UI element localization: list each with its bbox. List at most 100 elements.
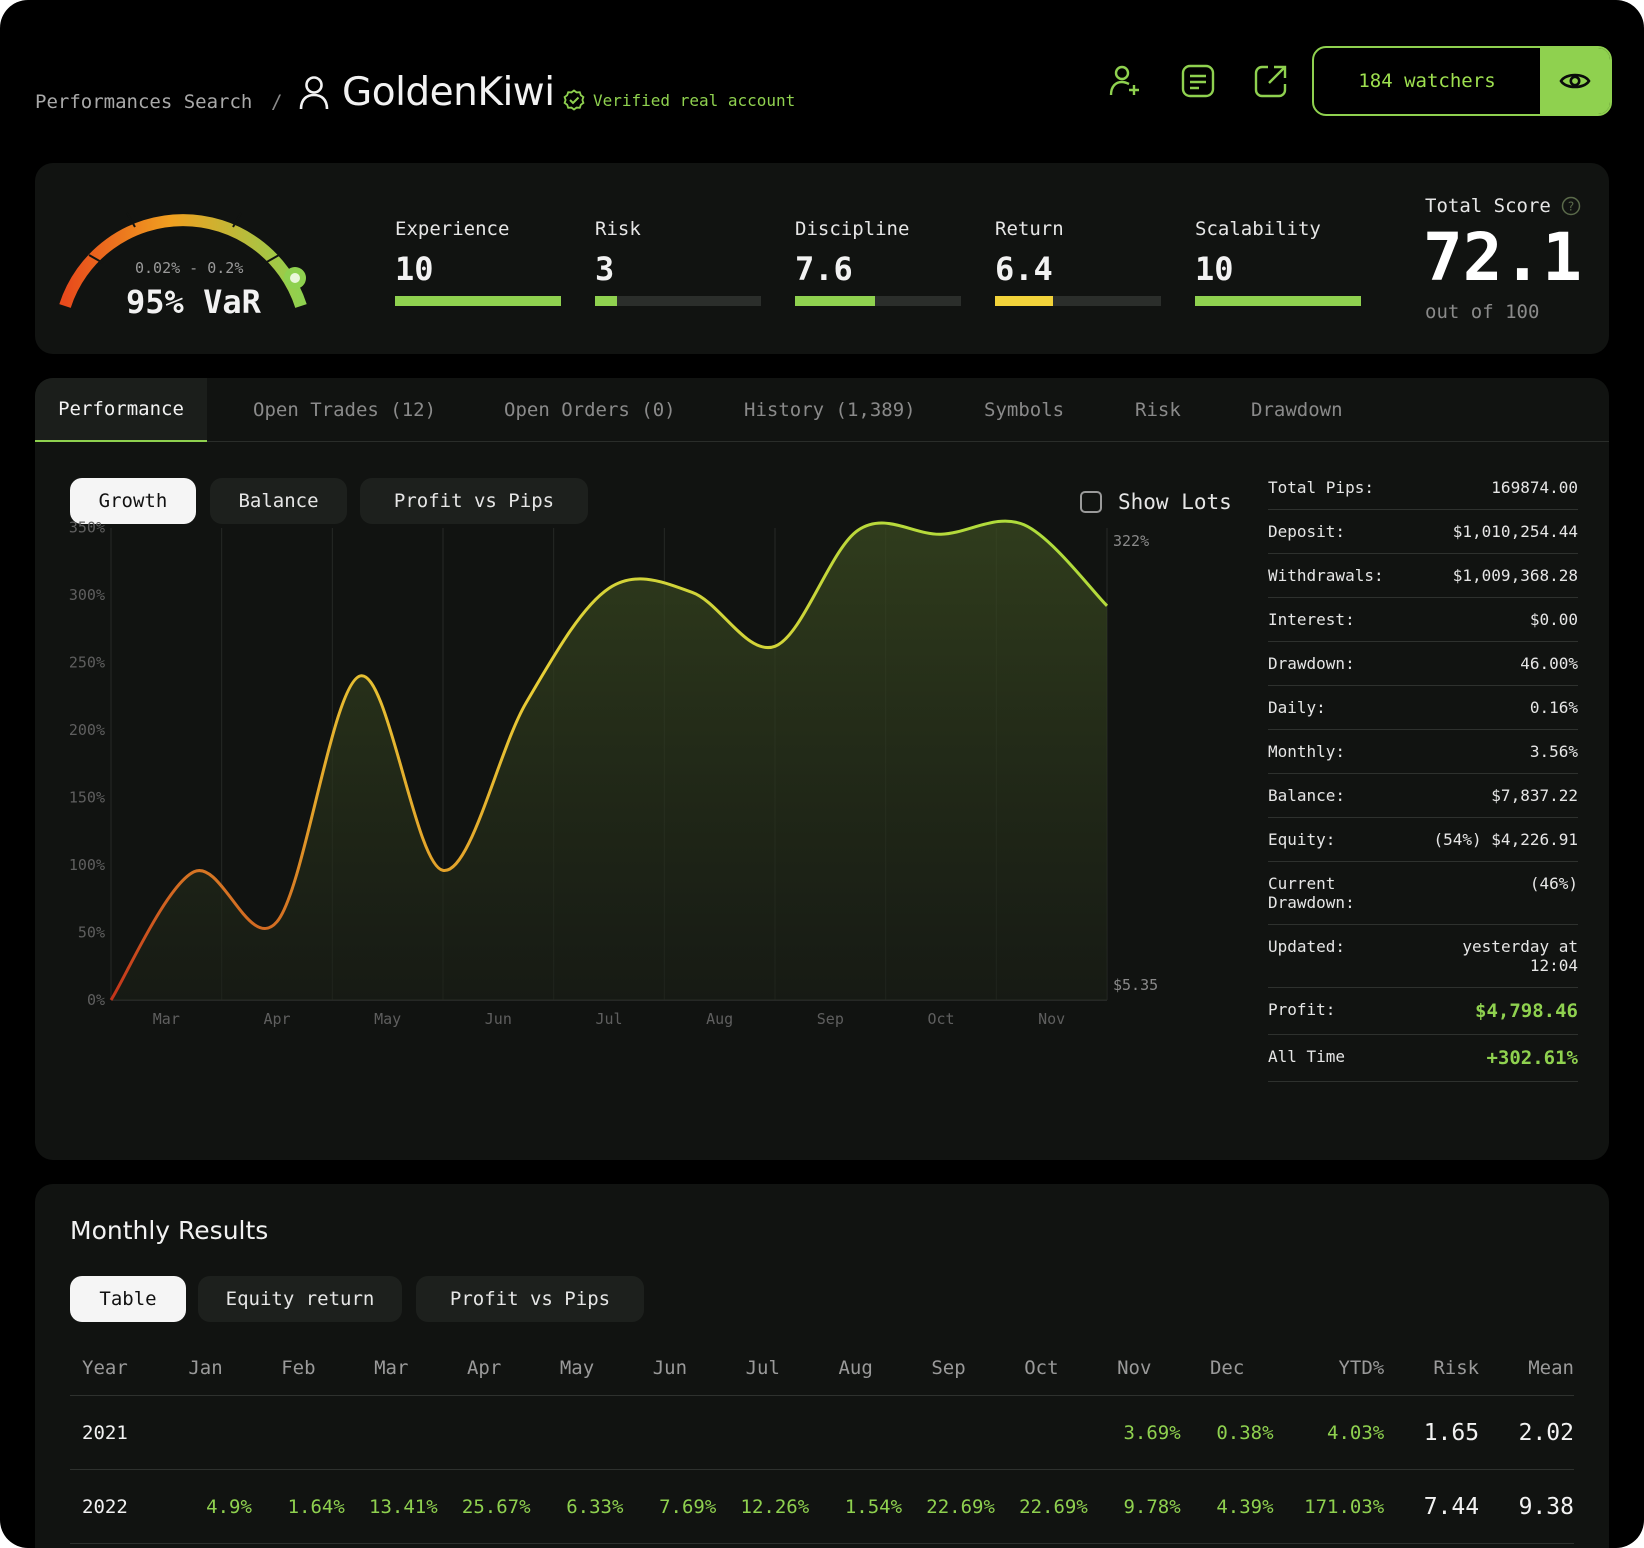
table-cell: 1.64%: [287, 1495, 345, 1518]
metric-value: 10: [395, 250, 434, 288]
table-row: 2021 3.69% 0.38% 4.03% 1.65 2.02: [70, 1396, 1574, 1470]
table-cell: 2022: [82, 1495, 128, 1518]
watch-toggle[interactable]: [1540, 48, 1610, 114]
metric-fill: [1195, 296, 1361, 306]
x-tick-label: May: [374, 1010, 401, 1028]
table-cell: 7.69%: [659, 1495, 717, 1518]
table-cell: 4.9%: [206, 1495, 252, 1518]
column-header[interactable]: Feb: [252, 1357, 345, 1379]
stat-value: 169874.00: [1491, 478, 1578, 497]
metric-value: 6.4: [995, 250, 1053, 288]
stat-row: Total Pips: 169874.00: [1268, 466, 1578, 510]
monthly-results-card: Monthly Results Table Equity return Prof…: [35, 1184, 1609, 1548]
column-header[interactable]: Nov: [1088, 1357, 1181, 1379]
table-cell: 0.38%: [1216, 1421, 1274, 1444]
message-button[interactable]: [1177, 60, 1219, 102]
stat-value: $7,837.22: [1491, 786, 1578, 805]
share-button[interactable]: [1250, 60, 1292, 102]
x-tick-label: Sep: [817, 1010, 844, 1028]
message-icon: [1181, 64, 1215, 98]
table-cell: 25.67%: [461, 1495, 531, 1518]
stat-value: 3.56%: [1529, 742, 1578, 761]
metric-bar: [1195, 296, 1361, 306]
column-header[interactable]: May: [531, 1357, 624, 1379]
stat-label: Interest:: [1268, 610, 1355, 629]
column-header[interactable]: Jul: [716, 1357, 809, 1379]
stat-row: Equity: (54%) $4,226.91: [1268, 818, 1578, 862]
metric-return: Return 6.4: [995, 218, 1161, 306]
metric-bar: [995, 296, 1161, 306]
metric-name: Risk: [595, 218, 641, 240]
column-header[interactable]: Sep: [902, 1357, 995, 1379]
metric-value: 3: [595, 250, 615, 288]
column-header[interactable]: YTD%: [1274, 1357, 1384, 1379]
table-cell: 2021: [82, 1421, 128, 1444]
x-tick-label: Jul: [595, 1010, 622, 1028]
x-tick-label: Nov: [1038, 1010, 1065, 1028]
performance-card: Performance Open Trades (12) Open Orders…: [35, 378, 1609, 1160]
table-cell: 2.02: [1518, 1419, 1574, 1446]
column-header[interactable]: Mar: [345, 1357, 438, 1379]
watchers-count[interactable]: 184 watchers: [1314, 48, 1540, 114]
table-header: Year Jan Feb Mar Apr May Jun Jul Aug Sep Oct Nov Dec…: [70, 1340, 1574, 1396]
stat-value: $1,009,368.28: [1452, 566, 1578, 585]
stats-panel: Total Pips: 169874.00 Deposit: $1,010,254.4…: [1268, 466, 1578, 1082]
metric-name: Scalability: [1195, 218, 1321, 240]
monthly-results-table: Year Jan Feb Mar Apr May Jun Jul Aug Sep Oct Nov Dec…: [70, 1340, 1574, 1544]
y-tick-label: 200%: [69, 721, 105, 739]
var-range: 0.02% - 0.2%: [135, 259, 244, 277]
stat-label: Current Drawdown:: [1268, 874, 1355, 912]
metric-scalability: Scalability 10: [1195, 218, 1361, 306]
stat-label: All Time: [1268, 1047, 1346, 1066]
stat-value: (54%) $4,226.91: [1433, 830, 1579, 849]
metric-risk: Risk 3: [595, 218, 761, 306]
stat-label: Deposit:: [1268, 522, 1346, 541]
pill-monthly-profit-vs-pips[interactable]: Profit vs Pips: [416, 1276, 644, 1322]
total-score-label: Total Score: [1425, 195, 1551, 217]
breadcrumb-performances-search[interactable]: Performances Search: [35, 91, 252, 113]
table-cell: 1.65: [1423, 1419, 1480, 1446]
help-icon[interactable]: ?: [1561, 196, 1581, 216]
column-header[interactable]: Apr: [438, 1357, 531, 1379]
verified-badge: Verified real account: [563, 89, 795, 111]
x-tick-label: Apr: [263, 1010, 290, 1028]
table-cell: 7.44: [1423, 1493, 1480, 1520]
table-cell: 171.03%: [1304, 1495, 1385, 1518]
growth-chart: 350% 300% 250% 200% 150% 100% 50% 0% Mar Apr May Ju…: [69, 519, 1158, 1029]
pill-table[interactable]: Table: [70, 1276, 186, 1322]
account-name: GoldenKiwi: [342, 70, 555, 115]
tab-drawdown[interactable]: Drawdown: [1251, 378, 1343, 442]
x-tick-label: Jun: [485, 1010, 512, 1028]
stat-row: Balance: $7,837.22: [1268, 774, 1578, 818]
table-cell: 22.69%: [926, 1495, 995, 1518]
table-cell: 9.38: [1518, 1493, 1574, 1520]
column-header[interactable]: Aug: [809, 1357, 902, 1379]
column-header[interactable]: Mean: [1479, 1357, 1574, 1379]
column-header[interactable]: Risk: [1384, 1357, 1479, 1379]
follow-user-button[interactable]: [1104, 60, 1146, 102]
stat-value: +302.61%: [1486, 1047, 1578, 1069]
column-header[interactable]: Jan: [159, 1357, 252, 1379]
table-cell: 12.26%: [740, 1495, 810, 1518]
watchers-button[interactable]: 184 watchers: [1312, 46, 1612, 116]
stat-row: Withdrawals: $1,009,368.28: [1268, 554, 1578, 598]
column-header[interactable]: Jun: [623, 1357, 716, 1379]
column-header[interactable]: Oct: [995, 1357, 1088, 1379]
eye-icon: [1559, 73, 1591, 89]
column-header[interactable]: Year: [70, 1357, 159, 1379]
total-score-title: Total Score ?: [1425, 195, 1581, 217]
y-tick-label: 50%: [78, 924, 105, 942]
table-cell: 6.33%: [566, 1495, 624, 1518]
pill-equity-return[interactable]: Equity return: [198, 1276, 402, 1322]
column-header[interactable]: Dec: [1181, 1357, 1274, 1379]
table-cell: 22.69%: [1019, 1495, 1088, 1518]
table-cell: 13.41%: [369, 1495, 438, 1518]
metric-fill: [995, 296, 1054, 306]
table-row: 2022 4.9% 1.64% 13.41% 25.67% 6.33% 7.69% 12.26…: [70, 1470, 1574, 1544]
user-plus-icon: [1109, 65, 1139, 96]
stat-label: Withdrawals:: [1268, 566, 1384, 585]
stat-label: Balance:: [1268, 786, 1346, 805]
metric-bar: [595, 296, 761, 306]
y-tick-label: 150%: [69, 789, 105, 807]
metric-fill: [595, 296, 617, 306]
